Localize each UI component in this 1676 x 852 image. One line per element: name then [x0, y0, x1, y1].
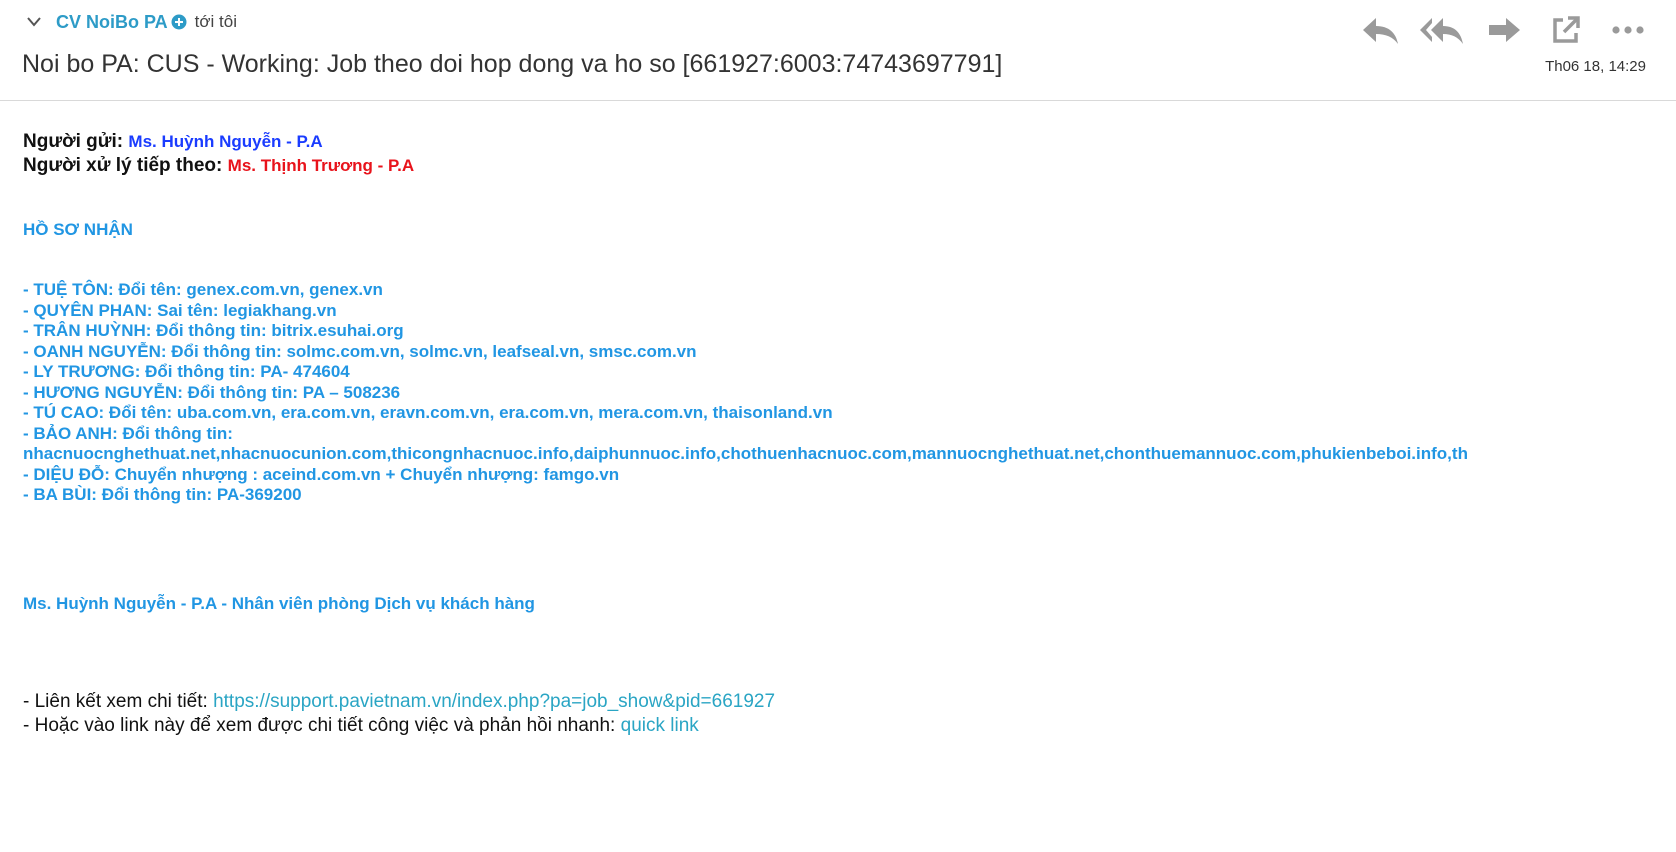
reply-icon[interactable] — [1356, 10, 1404, 50]
quick-link[interactable]: quick link — [621, 715, 699, 736]
detail-link-label: - Liên kết xem chi tiết: — [23, 691, 214, 712]
detail-link-line: - Liên kết xem chi tiết: https://support… — [23, 690, 775, 714]
list-item: - TÚ CAO: Đổi tên: uba.com.vn, era.com.v… — [23, 403, 833, 422]
sender-row: CV NoiBo PA tới tôi — [24, 9, 237, 35]
handler-line: Người xử lý tiếp theo: Ms. Thịnh Trương … — [23, 154, 1676, 178]
list-item: - LY TRƯƠNG: Đổi thông tin: PA- 474604 — [23, 362, 350, 381]
more-icon[interactable] — [1604, 10, 1652, 50]
external-link-icon[interactable] — [1542, 10, 1590, 50]
quick-link-label: - Hoặc vào link này để xem được chi tiết… — [23, 715, 621, 736]
sender-value: Ms. Huỳnh Nguyễn - P.A — [128, 132, 323, 151]
message-body: Người gửi: Ms. Huỳnh Nguyễn - P.A Người … — [23, 130, 1676, 830]
sender-line: Người gửi: Ms. Huỳnh Nguyễn - P.A — [23, 130, 1676, 154]
message-subject: Noi bo PA: CUS - Working: Job theo doi h… — [22, 50, 1003, 78]
sender-name[interactable]: CV NoiBo PA — [56, 12, 168, 33]
forward-icon[interactable] — [1480, 10, 1528, 50]
plus-circle-icon[interactable] — [171, 14, 187, 30]
list-item: nhacnuocnghethuat.net,nhacnuocunion.com,… — [23, 444, 1468, 463]
list-item: - TRÂN HUỲNH: Đổi thông tin: bitrix.esuh… — [23, 321, 404, 340]
list-item: - DIỆU ĐỖ: Chuyển nhượng : aceind.com.vn… — [23, 464, 620, 484]
list-item: - BA BÙI: Đổi thông tin: PA-369200 — [23, 485, 302, 504]
handler-label: Người xử lý tiếp theo: — [23, 155, 223, 176]
quick-link-line: - Hoặc vào link này để xem được chi tiết… — [23, 714, 775, 738]
links-block: - Liên kết xem chi tiết: https://support… — [23, 690, 775, 738]
list-item: - BẢO ANH: Đổi thông tin: — [23, 423, 233, 443]
message-toolbar — [1356, 10, 1652, 50]
handler-value: Ms. Thịnh Trương - P.A — [227, 156, 415, 175]
chevron-down-icon[interactable] — [24, 12, 44, 32]
recipient-text[interactable]: tới tôi — [195, 12, 237, 32]
sender-label: Người gửi: — [23, 131, 124, 152]
list-item: - TUỆ TÔN: Đổi tên: genex.com.vn, genex.… — [23, 280, 383, 299]
received-list: - TUỆ TÔN: Đổi tên: genex.com.vn, genex.… — [23, 280, 1676, 506]
reply-all-icon[interactable] — [1418, 10, 1466, 50]
signature: Ms. Huỳnh Nguyễn - P.A - Nhân viên phòng… — [23, 594, 535, 613]
message-date: Th06 18, 14:29 — [1545, 58, 1646, 75]
section-title: HỒ SƠ NHẬN — [23, 220, 133, 239]
message-header: CV NoiBo PA tới tôi Noi bo PA: CUS - Wor… — [0, 0, 1676, 101]
list-item: - HƯƠNG NGUYỄN: Đổi thông tin: PA – 5082… — [23, 382, 401, 402]
list-item: - QUYÊN PHAN: Sai tên: legiakhang.vn — [23, 300, 337, 320]
detail-link[interactable]: https://support.pavietnam.vn/index.php?p… — [213, 691, 775, 712]
list-item: - OANH NGUYỄN: Đổi thông tin: solmc.com.… — [23, 341, 697, 361]
